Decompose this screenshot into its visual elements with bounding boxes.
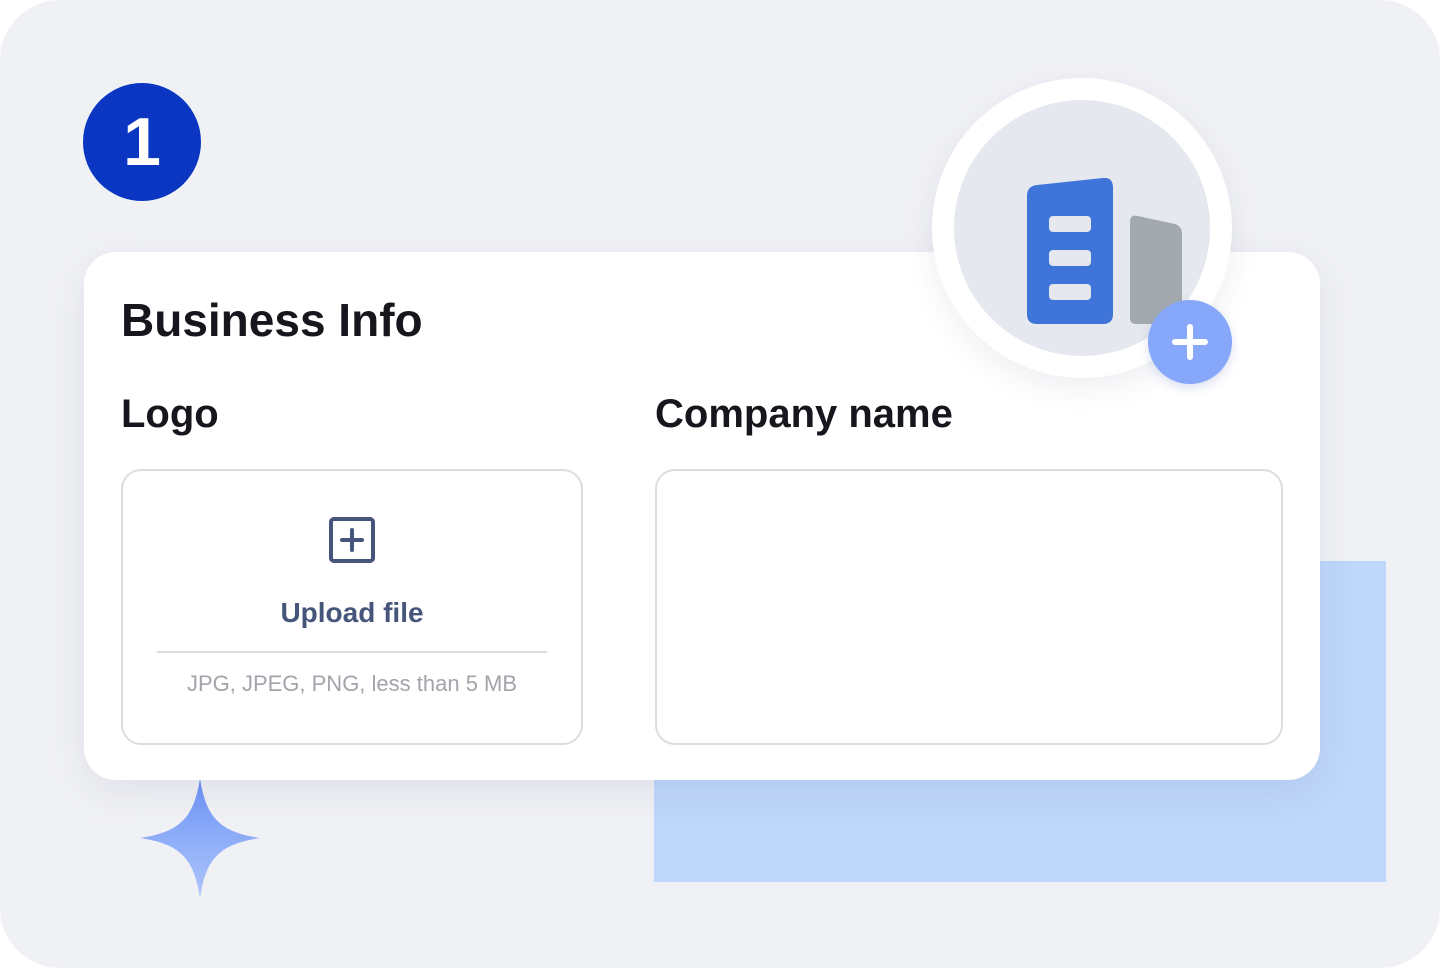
building-icon — [1027, 178, 1182, 324]
upload-divider — [157, 651, 547, 653]
step-number-badge: 1 — [83, 83, 201, 201]
plus-icon[interactable] — [1170, 322, 1210, 362]
upload-file-button[interactable]: Upload file — [123, 597, 581, 629]
company-name-label: Company name — [655, 392, 953, 436]
card-title: Business Info — [121, 294, 423, 346]
company-name-input[interactable] — [655, 469, 1283, 745]
logo-upload-dropzone[interactable]: Upload file JPG, JPEG, PNG, less than 5 … — [121, 469, 583, 745]
sparkle-icon — [140, 778, 260, 898]
logo-label: Logo — [121, 392, 219, 436]
plus-square-icon[interactable] — [329, 517, 375, 563]
upload-file-hint: JPG, JPEG, PNG, less than 5 MB — [186, 671, 518, 696]
add-company-button[interactable] — [1148, 300, 1232, 384]
onboarding-illustration: 1 Business Info Logo Company name Upload… — [0, 0, 1440, 968]
